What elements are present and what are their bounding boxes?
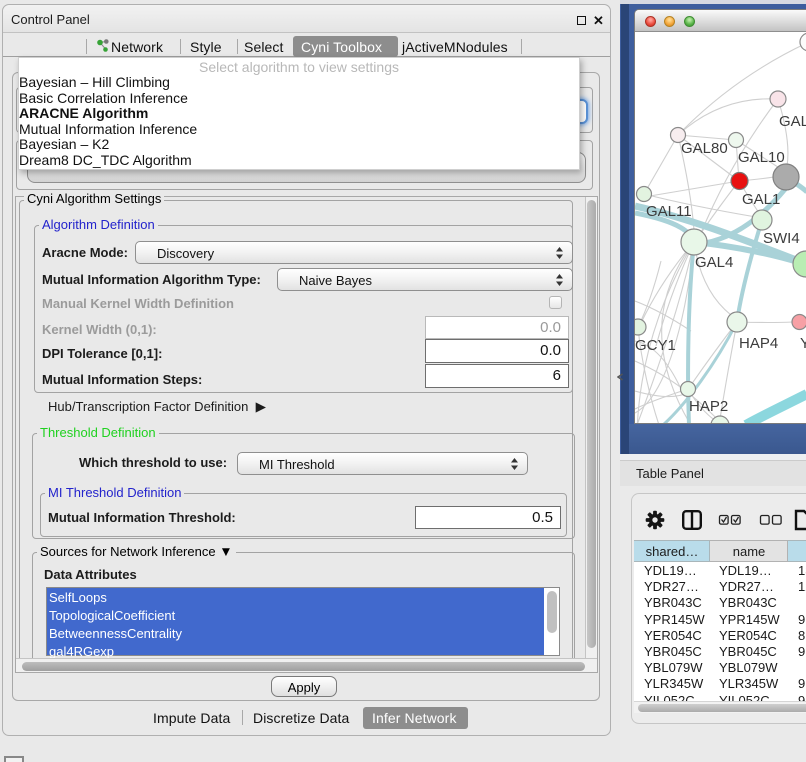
svg-text:GAL1: GAL1 [742,191,780,208]
svg-text:GAL11: GAL11 [646,203,692,220]
svg-text:GAL10: GAL10 [738,149,785,166]
svg-text:Y: Y [800,335,806,352]
svg-text:SWI4: SWI4 [763,230,800,247]
svg-text:GAL7: GAL7 [779,113,806,130]
svg-text:GCY1: GCY1 [635,337,676,354]
svg-text:GAL4: GAL4 [695,254,733,271]
svg-text:HAP4: HAP4 [739,335,778,352]
svg-text:HAP2: HAP2 [689,398,728,415]
svg-text:GAL80: GAL80 [681,140,728,157]
